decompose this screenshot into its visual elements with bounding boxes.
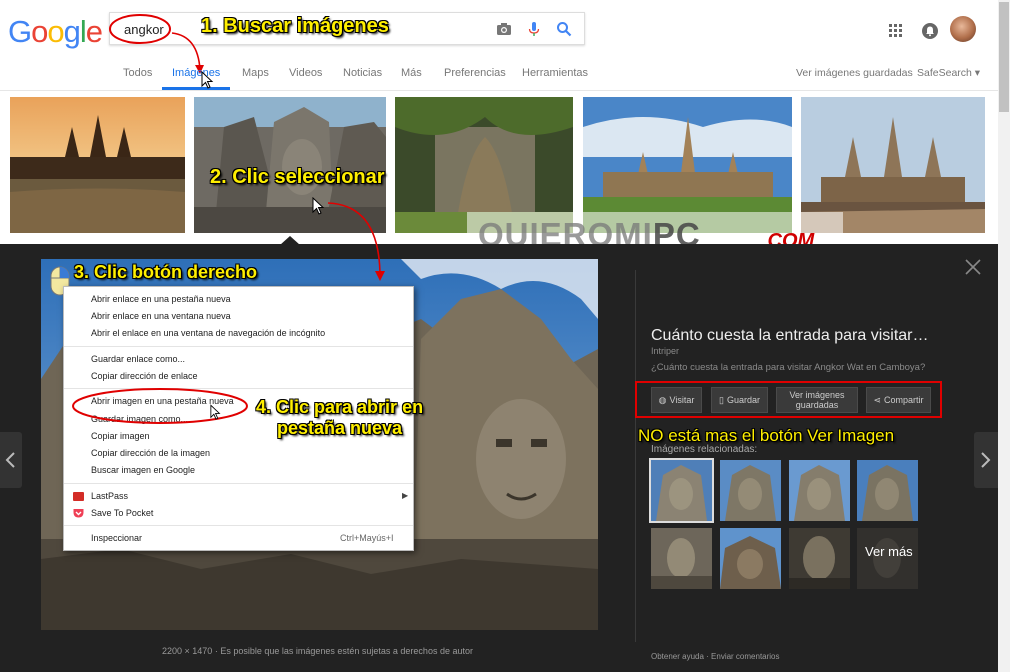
annotation-step-1: 1. Buscar imágenes [201, 15, 389, 37]
related-image[interactable] [857, 460, 918, 521]
related-image[interactable] [789, 460, 850, 521]
menu-save-link-as[interactable]: Guardar enlace como... [91, 354, 185, 364]
logo-letter: o [31, 14, 48, 49]
related-images-label: Imágenes relacionadas: [651, 444, 758, 455]
menu-highlight-ellipse [72, 388, 248, 424]
menu-lastpass[interactable]: LastPass [91, 491, 128, 501]
selection-pointer [280, 236, 300, 245]
menu-copy-link-address[interactable]: Copiar dirección de enlace [91, 371, 198, 381]
annotation-step-4: 4. Clic para abrir en pestaña nueva [256, 397, 423, 439]
tab-videos[interactable]: Videos [289, 67, 322, 79]
saved-images-link[interactable]: Ver imágenes guardadas [796, 67, 913, 79]
copyright-notice: Es posible que las imágenes estén sujeta… [220, 646, 473, 656]
menu-inspect[interactable]: Inspeccionar [91, 533, 142, 543]
annotation-step-3: 3. Clic botón derecho [74, 262, 258, 282]
annotation-step-4-line2: pestaña nueva [277, 418, 403, 438]
logo-letter: o [47, 14, 64, 49]
see-more-label: Ver más [865, 544, 913, 559]
tab-mas[interactable]: Más [401, 67, 422, 79]
menu-separator [64, 346, 413, 347]
query-highlight-ellipse [109, 14, 171, 44]
related-image[interactable] [720, 528, 781, 589]
result-description: ¿Cuánto cuesta la entrada para visitar A… [651, 362, 926, 373]
menu-open-link-new-tab[interactable]: Abrir enlace en una pestaña nueva [91, 294, 231, 304]
search-icon[interactable] [556, 21, 572, 37]
image-caption: 2200 × 1470 · Es posible que las imágene… [162, 646, 473, 656]
pocket-icon [73, 509, 84, 518]
image-dimensions: 2200 × 1470 [162, 646, 213, 656]
related-image[interactable] [649, 458, 714, 523]
safesearch-dropdown[interactable]: SafeSearch ▾ [917, 67, 980, 79]
previous-image-button[interactable] [0, 432, 22, 488]
see-more-related[interactable]: Ver más [857, 528, 918, 589]
mouse-cursor-icon [312, 197, 325, 215]
menu-search-image-google[interactable]: Buscar imagen en Google [91, 465, 195, 475]
menu-copy-image-address[interactable]: Copiar dirección de la imagen [91, 448, 210, 458]
close-icon[interactable] [963, 257, 983, 277]
mouse-cursor-icon [201, 71, 214, 89]
notifications-icon[interactable] [921, 22, 939, 40]
feedback-links[interactable]: Obtener ayuda · Enviar comentarios [651, 652, 780, 661]
annotation-step-4-line1: 4. Clic para abrir en [256, 397, 424, 417]
submenu-arrow-icon: ▶ [402, 491, 409, 500]
result-source[interactable]: Intriper [651, 346, 679, 356]
header-divider [0, 90, 1000, 91]
menu-open-link-new-window[interactable]: Abrir enlace en una ventana nueva [91, 311, 231, 321]
scrollbar-thumb[interactable] [999, 2, 1009, 112]
logo-letter: e [85, 14, 103, 49]
logo-letter: G [8, 14, 32, 49]
menu-save-to-pocket[interactable]: Save To Pocket [91, 508, 153, 518]
menu-separator [64, 483, 413, 484]
tab-maps[interactable]: Maps [242, 67, 269, 79]
buttons-highlight-box [635, 381, 942, 418]
apps-grid-icon[interactable] [888, 23, 904, 39]
related-image[interactable] [789, 528, 850, 589]
tab-herramientas[interactable]: Herramientas [522, 67, 588, 79]
related-image[interactable] [720, 460, 781, 521]
related-image[interactable] [651, 528, 712, 589]
tab-preferencias[interactable]: Preferencias [444, 67, 506, 79]
menu-inspect-shortcut: Ctrl+Mayús+I [340, 533, 394, 543]
mic-icon[interactable] [526, 21, 542, 37]
tab-todos[interactable]: Todos [123, 67, 152, 79]
panel-divider [635, 270, 636, 642]
logo-letter: g [63, 14, 81, 49]
chevron-right-icon [981, 452, 991, 468]
camera-icon[interactable] [496, 21, 512, 37]
lastpass-icon [73, 492, 84, 501]
tab-noticias[interactable]: Noticias [343, 67, 382, 79]
result-title[interactable]: Cuánto cuesta la entrada para visitar… [651, 327, 928, 345]
next-image-button[interactable] [974, 432, 998, 488]
result-thumbnail[interactable] [10, 97, 185, 233]
annotation-note: NO está mas el botón Ver Imagen [638, 426, 895, 445]
chevron-left-icon [5, 452, 15, 468]
annotation-arrow-2 [327, 202, 385, 281]
menu-copy-image[interactable]: Copiar imagen [91, 431, 150, 441]
menu-separator [64, 525, 413, 526]
avatar[interactable] [950, 16, 976, 42]
menu-open-link-incognito[interactable]: Abrir el enlace en una ventana de navega… [91, 328, 325, 338]
annotation-step-2: 2. Clic seleccionar [210, 166, 385, 188]
google-logo[interactable]: Google [8, 14, 103, 50]
mouse-cursor-icon [210, 404, 221, 420]
